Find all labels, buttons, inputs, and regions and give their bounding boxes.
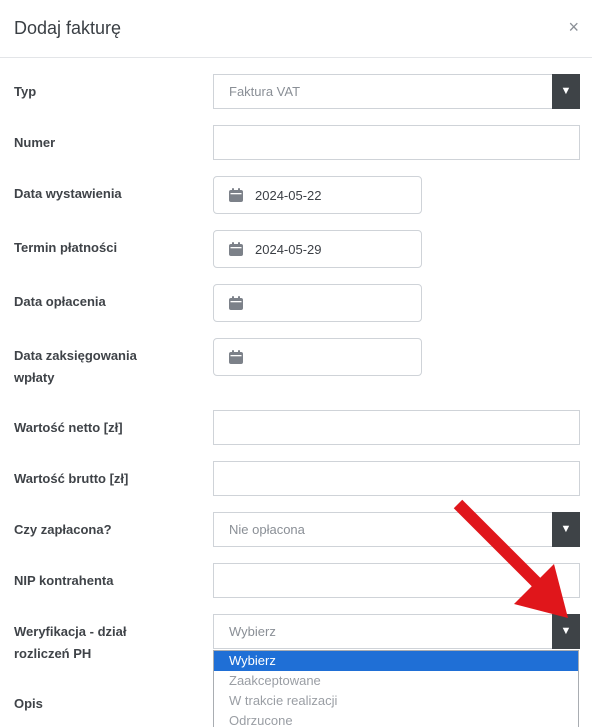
calendar-icon [229,350,243,364]
weryfikacja-dropdown-list: Wybierz Zaakceptowane W trakcie realizac… [213,650,579,727]
data-oplacenia-input[interactable] [213,284,422,322]
typ-select-value: Faktura VAT [229,84,301,99]
dropdown-option[interactable]: Zaakceptowane [214,671,578,691]
dropdown-option[interactable]: Wybierz [214,651,578,671]
weryfikacja-value: Wybierz [229,624,276,639]
label-weryfikacja: Weryfikacja - dział [14,624,127,639]
label-typ: Typ [14,84,37,99]
label-data-oplacenia: Data opłacenia [14,294,106,309]
close-button[interactable]: × [568,17,579,37]
calendar-icon [229,242,243,256]
modal-title: Dodaj fakturę [14,18,122,38]
czy-zaplacona-value: Nie opłacona [229,522,305,537]
wartosc-netto-input[interactable] [213,410,580,445]
label-data-zaksiegowania: Data zaksięgowania [14,348,137,363]
typ-select[interactable]: Faktura VAT ▼ [213,74,580,109]
label-termin-platnosci: Termin płatności [14,240,118,255]
numer-input[interactable] [213,125,580,160]
calendar-icon [229,296,243,310]
label-weryfikacja-line2: rozliczeń PH [14,646,92,661]
red-annotation-arrow-icon [453,499,568,618]
label-nip: NIP kontrahenta [14,573,114,588]
label-opis: Opis [14,696,43,711]
calendar-icon [229,188,243,202]
label-data-zaksiegowania-line2: wpłaty [14,370,55,385]
date-value: 2024-05-22 [255,188,322,203]
dropdown-option[interactable]: Odrzucone [214,711,578,727]
termin-platnosci-input[interactable]: 2024-05-29 [213,230,422,268]
label-wartosc-brutto: Wartość brutto [zł] [14,471,129,486]
date-value: 2024-05-29 [255,242,322,257]
label-czy-zaplacona: Czy zapłacona? [14,522,112,537]
data-wystawienia-input[interactable]: 2024-05-22 [213,176,422,214]
data-zaksiegowania-input[interactable] [213,338,422,376]
dropdown-arrow-icon[interactable]: ▼ [552,74,580,109]
dropdown-option[interactable]: W trakcie realizacji [214,691,578,711]
label-numer: Numer [14,135,56,150]
label-wartosc-netto: Wartość netto [zł] [14,420,123,435]
modal-header: Dodaj fakturę × [0,0,592,58]
label-data-wystawienia: Data wystawienia [14,186,122,201]
